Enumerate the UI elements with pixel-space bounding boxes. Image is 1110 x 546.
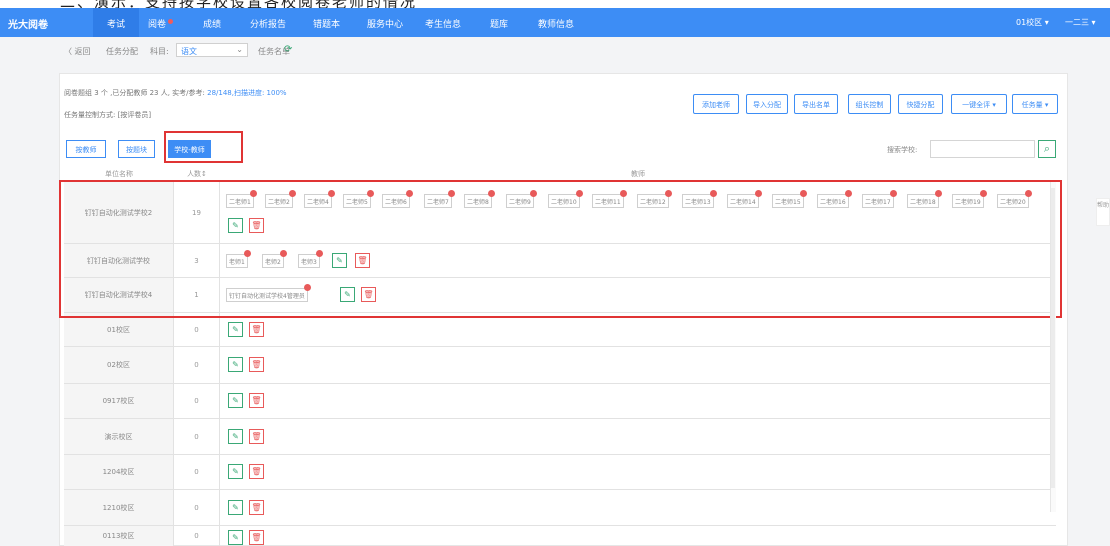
edit-icon[interactable]: ✎ [228, 429, 243, 444]
export-button[interactable]: 导出名单 [794, 94, 838, 114]
teacher-list: ✎ 🗑 [226, 419, 1052, 454]
nav-service[interactable]: 服务中心 [367, 17, 403, 30]
table-row: 1204校区 0 ✎ 🗑 [64, 455, 1056, 490]
header-count[interactable]: 人数↕ [174, 169, 220, 179]
search-label: 搜索学校: [887, 146, 918, 154]
nav-marking[interactable]: 阅卷 [148, 17, 166, 30]
scrollbar-thumb[interactable] [1051, 188, 1055, 488]
nav-analysis[interactable]: 分析报告 [250, 17, 286, 30]
count-cell: 0 [174, 490, 220, 525]
search-icon[interactable]: ⌕ [1038, 140, 1056, 158]
edit-icon[interactable]: ✎ [228, 500, 243, 515]
nav-mistakes[interactable]: 错题本 [313, 17, 340, 30]
teacher-list: ✎ 🗑 [226, 347, 1052, 383]
delete-icon[interactable]: 🗑 [249, 429, 264, 444]
view-by-block-button[interactable]: 按题块 [118, 140, 155, 158]
summary-info: 阅卷题组 3 个 ,已分配教师 23 人, 实考/参考: 28/148,扫描进度… [64, 89, 287, 97]
subject-value: 语文 [181, 47, 197, 56]
top-navbar: 光大阅卷 考试 阅卷 成绩 分析报告 错题本 服务中心 考生信息 题库 教师信息… [0, 8, 1110, 37]
edit-icon[interactable]: ✎ [228, 464, 243, 479]
select-all-dropdown[interactable]: 一键全评 [951, 94, 1007, 114]
header-teachers: 教师 [631, 170, 645, 178]
table-row: 02校区 0 ✎ 🗑 [64, 347, 1056, 384]
back-link[interactable]: 〈 返回 [64, 46, 91, 57]
table-row: 演示校区 0 ✎ 🗑 [64, 419, 1056, 455]
count-cell: 0 [174, 455, 220, 489]
teacher-list: ✎ 🗑 [226, 490, 1052, 525]
delete-icon[interactable]: 🗑 [249, 322, 264, 337]
breadcrumb-task-dist: 任务分配 [106, 47, 138, 56]
school-name-cell: 演示校区 [64, 419, 174, 454]
control-mode: 任务量控制方式: [按评卷员] [64, 111, 152, 119]
campus-dropdown[interactable]: 01校区 ▾ [1016, 17, 1049, 28]
table-row: 1210校区 0 ✎ 🗑 [64, 490, 1056, 526]
brand-logo: 光大阅卷 [8, 20, 48, 31]
school-name-cell: 1204校区 [64, 455, 174, 489]
import-button[interactable]: 导入分配 [746, 94, 788, 114]
school-name-cell: 0113校区 [64, 526, 174, 546]
leader-control-button[interactable]: 组长控制 [848, 94, 891, 114]
edit-icon[interactable]: ✎ [228, 357, 243, 372]
count-cell: 0 [174, 526, 220, 546]
top-caption-strip: 二、演示：支持按学校设置各校阅卷老师的情况 [0, 0, 1110, 8]
school-name-cell: 1210校区 [64, 490, 174, 525]
highlight-frame-view [164, 131, 243, 163]
nav-teachers[interactable]: 教师信息 [538, 17, 574, 30]
table-row: 0917校区 0 ✎ 🗑 [64, 384, 1056, 419]
nav-students[interactable]: 考生信息 [425, 17, 461, 30]
edit-icon[interactable]: ✎ [228, 322, 243, 337]
header-school: 单位名称 [105, 170, 133, 178]
nav-question-bank[interactable]: 题库 [490, 17, 508, 30]
view-by-teacher-button[interactable]: 按教师 [66, 140, 106, 158]
delete-icon[interactable]: 🗑 [249, 500, 264, 515]
add-teacher-button[interactable]: 添加老师 [693, 94, 739, 114]
count-cell: 0 [174, 347, 220, 383]
edit-icon[interactable]: ✎ [228, 530, 243, 545]
refresh-icon[interactable]: ⟳ [284, 44, 292, 55]
teacher-list: ✎ 🗑 [226, 384, 1052, 418]
school-name-cell: 0917校区 [64, 384, 174, 418]
nav-scores[interactable]: 成绩 [203, 17, 221, 30]
task-qty-dropdown[interactable]: 任务量 [1012, 94, 1058, 114]
subject-select[interactable]: 语文 ⌄ [176, 43, 248, 57]
edit-icon[interactable]: ✎ [228, 393, 243, 408]
delete-icon[interactable]: 🗑 [249, 464, 264, 479]
user-dropdown[interactable]: 一二三 ▾ [1065, 17, 1096, 28]
table-row: 0113校区 0 ✎ 🗑 [64, 526, 1056, 546]
highlight-frame-rows [59, 180, 1062, 318]
delete-icon[interactable]: 🗑 [249, 393, 264, 408]
search-input[interactable] [930, 140, 1035, 158]
nav-exam[interactable]: 考试 [93, 8, 139, 37]
quick-assign-button[interactable]: 快捷分配 [898, 94, 943, 114]
notification-dot-icon [168, 19, 173, 24]
delete-icon[interactable]: 🗑 [249, 357, 264, 372]
chevron-down-icon: ⌄ [236, 45, 243, 54]
school-name-cell: 02校区 [64, 347, 174, 383]
teacher-list: ✎ 🗑 [226, 526, 1052, 546]
table-row: 01校区 0 ✎ 🗑 [64, 313, 1056, 347]
delete-icon[interactable]: 🗑 [249, 530, 264, 545]
help-side-tab[interactable]: 帮助 [1096, 198, 1110, 226]
count-cell: 0 [174, 419, 220, 454]
count-cell: 0 [174, 384, 220, 418]
subject-label: 科目: [150, 47, 169, 56]
teacher-list: ✎ 🗑 [226, 455, 1052, 489]
